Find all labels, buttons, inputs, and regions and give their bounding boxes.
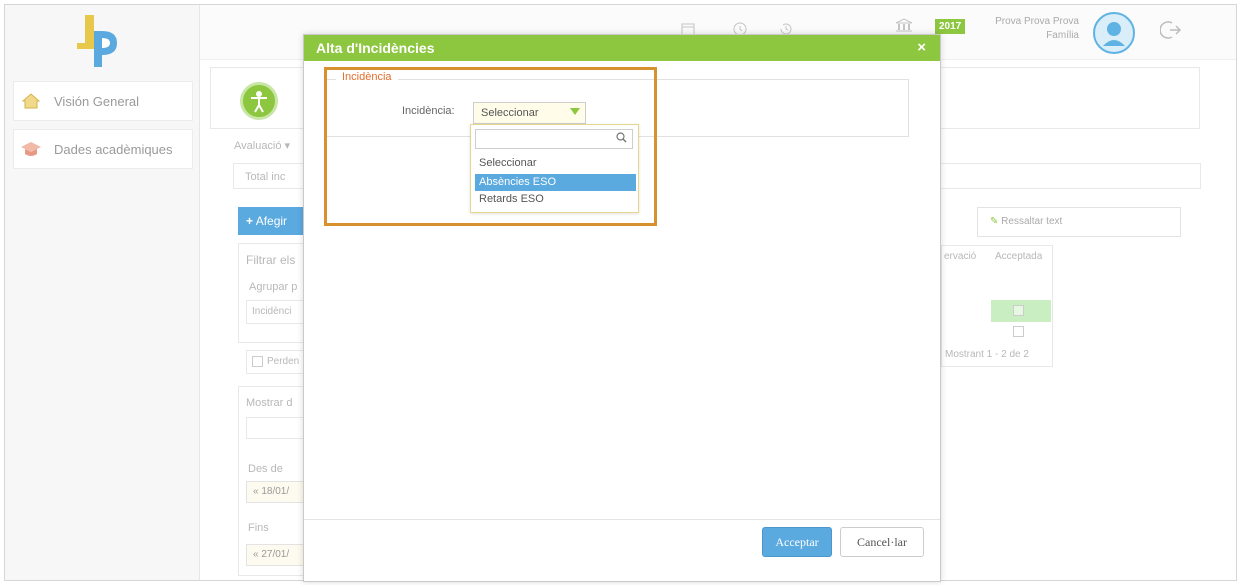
incidence-select-value: Seleccionar — [481, 107, 539, 119]
fieldset-legend: Incidència — [336, 71, 398, 83]
sidebar-item-vision-general[interactable]: Visión General — [13, 81, 193, 121]
user-name[interactable]: Prova Prova Prova Família — [983, 15, 1079, 43]
close-icon[interactable]: × — [917, 35, 926, 61]
year-badge[interactable]: 2017 — [935, 19, 966, 34]
evaluation-dropdown[interactable]: Avaluació ▾ — [234, 139, 290, 152]
chevron-down-icon[interactable] — [570, 108, 580, 115]
student-avatar-icon — [240, 82, 278, 120]
mostrar-label: Mostrar d — [246, 397, 293, 409]
pencil-icon: ✎ — [990, 216, 999, 227]
column-observacio: ervació — [944, 251, 977, 262]
accepted-checkbox[interactable] — [1013, 326, 1024, 337]
dropdown-search-input[interactable] — [476, 130, 611, 148]
dropdown-option[interactable]: Retards ESO — [475, 191, 636, 208]
graduation-cap-icon — [20, 138, 42, 160]
avatar[interactable] — [1093, 12, 1135, 54]
sidebar-item-label: Visión General — [54, 93, 140, 109]
dropdown-option[interactable]: Seleccionar — [475, 155, 636, 172]
fins-value: 27/01/ — [261, 549, 290, 560]
sidebar-item-label: Dades acadèmiques — [54, 141, 173, 157]
user-name-line2: Família — [1046, 30, 1079, 41]
filter-label: Filtrar els — [246, 253, 296, 267]
add-button-label: Afegir — [255, 214, 288, 228]
dropdown-search[interactable] — [475, 129, 633, 149]
logout-icon[interactable] — [1159, 19, 1182, 47]
evaluation-label: Avaluació — [234, 140, 282, 152]
accepted-checkbox[interactable] — [1013, 305, 1024, 316]
group-label: Agrupar p — [249, 281, 298, 293]
des-de-value: 18/01/ — [261, 486, 290, 497]
user-name-line1: Prova Prova Prova — [995, 16, 1079, 27]
cancel-button[interactable]: Cancel·lar — [840, 527, 924, 557]
incidence-modal: Alta d'Incidències × Incidència Incidènc… — [303, 34, 941, 582]
group-select-value: Incidènci — [252, 306, 292, 317]
search-icon — [616, 132, 627, 146]
plus-icon: + — [246, 214, 254, 228]
incidence-label: Incidència: — [402, 105, 455, 117]
incidence-dropdown: Seleccionar Absències ESO Retards ESO — [470, 124, 639, 213]
sidebar-item-dades-academiques[interactable]: Dades acadèmiques — [13, 129, 193, 169]
accept-button[interactable]: Acceptar — [762, 527, 832, 557]
des-de-label: Des de — [248, 463, 283, 475]
chevron-left-icon[interactable]: « — [253, 549, 259, 560]
ressaltar-text-input[interactable]: ✎ Ressaltar text — [977, 207, 1181, 237]
fins-label: Fins — [248, 522, 269, 534]
column-acceptada: Acceptada — [995, 251, 1043, 262]
pagination-info: Mostrant 1 - 2 de 2 — [945, 349, 1029, 360]
footer-divider — [304, 519, 940, 520]
modal-title: Alta d'Incidències — [316, 40, 435, 56]
home-icon — [20, 90, 42, 112]
perdent-label: Perden — [267, 356, 300, 367]
modal-header: Alta d'Incidències × — [304, 35, 940, 61]
sidebar: Visión General Dades acadèmiques — [5, 5, 200, 580]
dropdown-option-selected[interactable]: Absències ESO — [475, 174, 636, 191]
add-button[interactable]: + Afegir — [238, 207, 310, 235]
tab-total-inc[interactable]: Total inc — [245, 171, 285, 183]
chevron-left-icon[interactable]: « — [253, 486, 259, 497]
app-logo — [65, 13, 125, 73]
ressaltar-label: Ressaltar text — [1001, 216, 1063, 227]
perdent-checkbox[interactable] — [252, 356, 263, 367]
